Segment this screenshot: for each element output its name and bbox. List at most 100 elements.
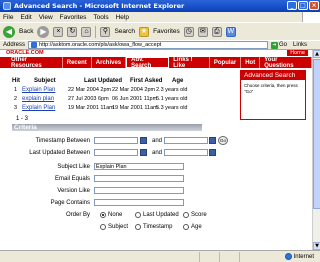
windows-logo-icon bbox=[302, 12, 320, 22]
menu-favorites[interactable]: Favorites bbox=[60, 14, 87, 21]
menu-view[interactable]: View bbox=[39, 14, 53, 21]
row-subject-link[interactable]: explain plan bbox=[22, 96, 54, 102]
order-score-radio[interactable] bbox=[183, 212, 189, 218]
menu-bar: File Edit View Favorites Tools Help bbox=[0, 12, 320, 22]
order-subject-radio[interactable] bbox=[100, 224, 106, 230]
menu-help[interactable]: Help bbox=[116, 14, 129, 21]
address-label: Address bbox=[3, 42, 26, 48]
nav-hot[interactable]: Hot bbox=[241, 57, 261, 68]
edit-icon[interactable]: W bbox=[225, 26, 236, 37]
page-contains-input[interactable] bbox=[94, 199, 184, 206]
order-age-radio[interactable] bbox=[183, 224, 189, 230]
timestamp-from-input[interactable] bbox=[94, 137, 138, 144]
col-first-asked: First Asked bbox=[130, 78, 163, 84]
window-title-bar: Advanced Search - Microsoft Internet Exp… bbox=[0, 0, 320, 12]
go-button[interactable]: Go bbox=[279, 42, 287, 48]
order-age-label: Age bbox=[191, 224, 202, 230]
scroll-up-icon[interactable]: ▲ bbox=[313, 50, 320, 58]
col-age: Age bbox=[172, 78, 184, 84]
back-button-label[interactable]: Back bbox=[19, 28, 33, 35]
row-hit: 2 bbox=[14, 96, 18, 102]
and-label: and bbox=[152, 150, 163, 156]
internet-globe-icon bbox=[284, 253, 292, 260]
favorites-button-label[interactable]: Favorites bbox=[153, 28, 180, 35]
order-last-updated-radio[interactable] bbox=[135, 212, 141, 218]
calendar-icon[interactable] bbox=[209, 137, 216, 144]
history-icon[interactable]: ◷ bbox=[183, 26, 194, 37]
version-like-input[interactable] bbox=[94, 187, 184, 194]
search-icon[interactable]: ⚲ bbox=[100, 26, 111, 37]
version-like-label: Version Like bbox=[57, 188, 90, 194]
calendar-icon[interactable] bbox=[140, 137, 147, 144]
and-label: and bbox=[152, 138, 163, 144]
nav-your-questions[interactable]: Your Questions bbox=[260, 57, 312, 69]
window-title: Advanced Search - Microsoft Internet Exp… bbox=[14, 2, 185, 10]
go-arrow-icon[interactable]: ➜ bbox=[271, 41, 279, 49]
address-input[interactable]: http://asktom.oracle.com/pls/ask/owa_flo… bbox=[28, 41, 269, 49]
refresh-icon[interactable]: ↻ bbox=[67, 26, 78, 37]
subject-like-value: Explain Plan bbox=[96, 163, 127, 170]
row-updated: 27 Jul 2003 6pm bbox=[68, 96, 109, 102]
email-equals-input[interactable] bbox=[94, 175, 184, 182]
timestamp-label: Timestamp Between bbox=[35, 138, 90, 144]
back-arrow-icon[interactable]: ◀ bbox=[3, 25, 15, 38]
status-cell bbox=[200, 251, 220, 262]
row-subject-link[interactable]: Explain Plan bbox=[22, 105, 55, 111]
nav-adv-search[interactable]: Adv. Search bbox=[126, 57, 170, 69]
ie-app-icon bbox=[3, 2, 11, 10]
status-cell bbox=[220, 251, 240, 262]
stop-icon[interactable]: × bbox=[53, 26, 64, 37]
order-timestamp-label: Timestamp bbox=[143, 224, 173, 230]
forward-arrow-icon[interactable]: ▶ bbox=[37, 25, 50, 38]
nav-popular[interactable]: Popular bbox=[210, 57, 242, 68]
oracle-logo[interactable]: ORACLE.COM bbox=[6, 50, 44, 56]
vertical-scrollbar[interactable]: ▲ ▼ bbox=[312, 50, 320, 250]
order-subject-label: Subject bbox=[108, 224, 129, 230]
last-updated-from-input[interactable] bbox=[94, 149, 138, 156]
row-age: 5.1 years old bbox=[156, 96, 188, 102]
nav-other-resources[interactable]: Other Resources bbox=[7, 57, 63, 69]
mail-icon[interactable]: ✉ bbox=[197, 26, 208, 37]
timestamp-to-input[interactable] bbox=[164, 137, 208, 144]
menu-file[interactable]: File bbox=[3, 14, 13, 21]
row-subject-link[interactable]: Explain Plan bbox=[22, 87, 55, 93]
page-content: ORACLE.COM Home Other Resources Recent A… bbox=[0, 50, 312, 250]
print-icon[interactable]: ⎙ bbox=[211, 26, 222, 37]
col-hit: Hit bbox=[12, 78, 20, 84]
home-tab[interactable]: Home bbox=[287, 50, 308, 56]
scroll-down-icon[interactable]: ▼ bbox=[313, 242, 320, 250]
col-last-updated: Last Updated bbox=[84, 78, 123, 84]
search-button-label[interactable]: Search bbox=[114, 28, 135, 35]
calendar-icon[interactable] bbox=[209, 149, 216, 156]
toolbar-separator bbox=[95, 25, 97, 38]
maximize-button[interactable]: □ bbox=[298, 1, 308, 10]
scroll-thumb[interactable] bbox=[313, 59, 320, 209]
status-bar: Internet bbox=[0, 250, 320, 262]
calendar-icon[interactable] bbox=[140, 149, 147, 156]
order-last-updated-label: Last Updated bbox=[143, 212, 179, 218]
order-none-radio[interactable] bbox=[100, 212, 106, 218]
row-asked: 19 Mar 2001 11am bbox=[112, 105, 158, 111]
menu-tools[interactable]: Tools bbox=[93, 14, 108, 21]
home-icon[interactable]: ⌂ bbox=[81, 26, 92, 37]
row-asked: 06 Jun 2001 11pm bbox=[112, 96, 158, 102]
menu-edit[interactable]: Edit bbox=[20, 14, 31, 21]
subject-like-input[interactable]: Explain Plan bbox=[94, 163, 184, 170]
row-hit: 3 bbox=[14, 105, 18, 111]
go-search-button[interactable]: Go bbox=[218, 136, 228, 145]
favorites-star-icon[interactable]: ★ bbox=[139, 26, 150, 37]
page-contains-label: Page Contains bbox=[50, 200, 90, 206]
subject-like-label: Subject Like bbox=[57, 164, 90, 170]
nav-recent[interactable]: Recent bbox=[63, 57, 92, 68]
links-button[interactable]: Links bbox=[293, 42, 307, 48]
address-url: http://asktom.oracle.com/pls/ask/owa_flo… bbox=[39, 42, 162, 48]
minimize-button[interactable]: _ bbox=[287, 1, 297, 10]
nav-archives[interactable]: Archives bbox=[92, 57, 127, 68]
close-button[interactable]: × bbox=[309, 1, 319, 10]
last-updated-to-input[interactable] bbox=[164, 149, 208, 156]
nav-links-i-like[interactable]: Links I Like bbox=[169, 57, 210, 69]
col-subject: Subject bbox=[34, 78, 56, 84]
results-count: 1 - 3 bbox=[16, 116, 29, 122]
row-asked: 22 Mar 2004 2pm bbox=[112, 87, 156, 93]
order-timestamp-radio[interactable] bbox=[135, 224, 141, 230]
